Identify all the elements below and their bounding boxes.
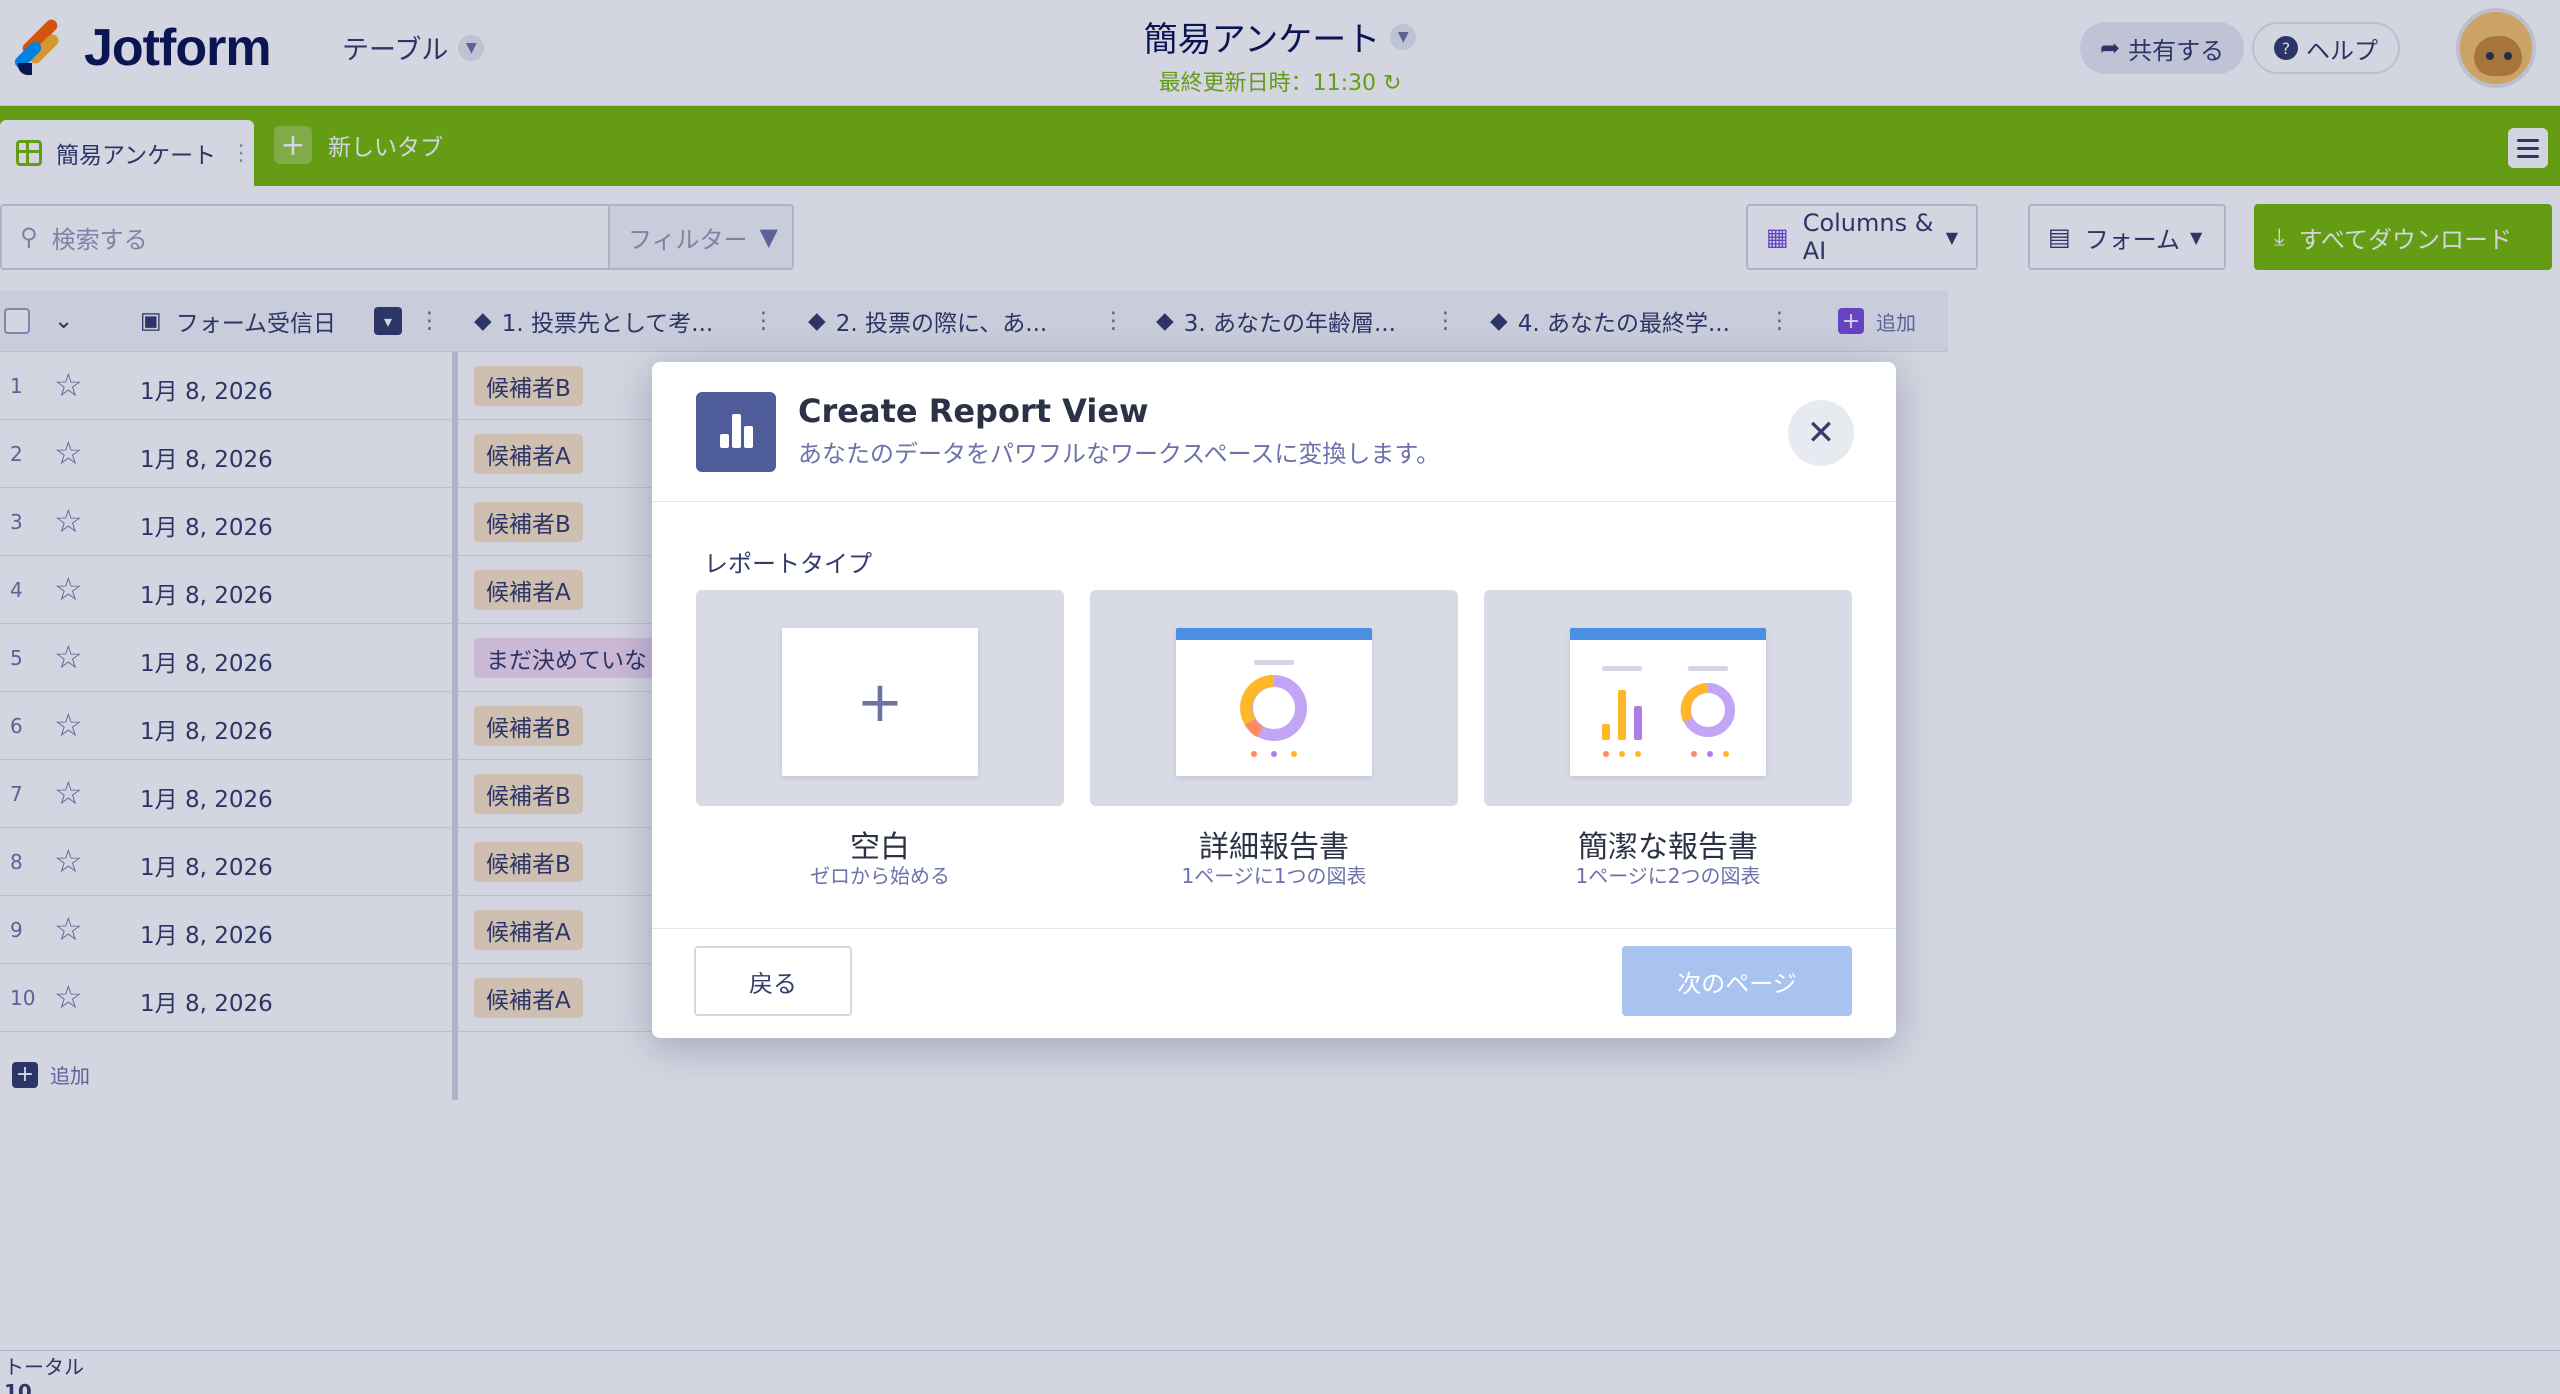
next-page-button[interactable]: 次のページ [1622,946,1852,1016]
modal-title: Create Report View [798,392,1149,430]
donut-chart-icon [1240,660,1307,757]
modal-footer-divider [652,928,1896,929]
bar-and-donut-chart-icon [1602,666,1735,757]
card-subtitle-compact: 1ページに2つの図表 [1575,864,1761,888]
detailed-preview [1176,628,1372,776]
close-icon[interactable]: ✕ [1788,400,1854,466]
blank-preview: + [782,628,978,776]
report-type-compact-card[interactable] [1484,590,1852,806]
report-type-blank-card[interactable]: + [696,590,1064,806]
plus-icon: + [856,669,904,735]
create-report-modal: Create Report View あなたのデータをパワフルなワークスペースに… [652,362,1896,1038]
compact-preview [1570,628,1766,776]
report-type-detailed-card[interactable] [1090,590,1458,806]
modal-header: Create Report View あなたのデータをパワフルなワークスペースに… [652,362,1896,502]
report-type-label: レポートタイプ [704,550,872,578]
report-chart-icon [696,392,776,472]
back-button[interactable]: 戻る [694,946,852,1016]
modal-subtitle: あなたのデータをパワフルなワークスペースに変換します。 [798,440,1440,468]
card-subtitle-detailed: 1ページに1つの図表 [1181,864,1367,888]
card-subtitle-blank: ゼロから始める [810,864,950,888]
jotform-tables-app: Jotform テーブル ▼ 簡易アンケート ▼ 最終更新日時：11:30 ↻ … [0,0,2560,1394]
